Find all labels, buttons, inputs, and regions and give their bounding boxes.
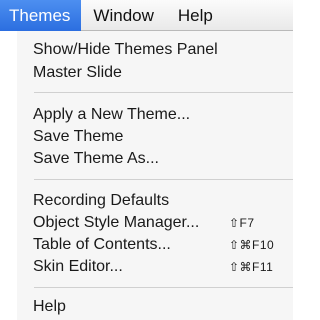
menu-item-skin-editor[interactable]: Skin Editor... ⇧⌘F11 — [33, 257, 293, 277]
menu-separator — [34, 287, 293, 288]
menu-item-save-theme-as[interactable]: Save Theme As... — [33, 149, 293, 169]
menu-bar: Themes Window Help — [0, 0, 293, 31]
menu-item-label: Save Theme As... — [33, 150, 159, 167]
themes-dropdown-menu: Show/Hide Themes Panel Master Slide Appl… — [0, 31, 293, 320]
menu-item-recording-defaults[interactable]: Recording Defaults — [33, 191, 293, 211]
menu-item-shortcut: ⇧⌘F10 — [229, 238, 275, 252]
menu-help[interactable]: Help — [166, 0, 225, 31]
menu-item-label: Save Theme — [33, 128, 124, 145]
menu-themes[interactable]: Themes — [0, 0, 82, 31]
menu-separator — [34, 92, 293, 93]
menu-item-label: Apply a New Theme... — [33, 106, 191, 123]
app-screen: Themes Window Help Show/Hide Themes Pane… — [0, 0, 293, 320]
menu-item-table-of-contents[interactable]: Table of Contents... ⇧⌘F10 — [33, 235, 293, 255]
menu-item-label: Help — [33, 298, 66, 315]
menu-separator — [34, 179, 293, 180]
menu-item-object-style-manager[interactable]: Object Style Manager... ⇧F7 — [33, 213, 293, 233]
menu-item-save-theme[interactable]: Save Theme — [33, 127, 293, 147]
menu-item-label: Show/Hide Themes Panel — [33, 41, 218, 58]
menu-item-show-hide-themes-panel[interactable]: Show/Hide Themes Panel — [33, 40, 293, 60]
menu-window[interactable]: Window — [81, 0, 165, 31]
menu-item-shortcut: ⇧⌘F11 — [229, 260, 274, 274]
menu-item-shortcut: ⇧F7 — [229, 216, 255, 230]
menu-item-apply-new-theme[interactable]: Apply a New Theme... — [33, 105, 293, 125]
menu-item-master-slide[interactable]: Master Slide — [33, 63, 293, 83]
menu-item-label: Recording Defaults — [33, 192, 170, 209]
menu-item-label: Master Slide — [33, 64, 122, 81]
menu-item-help[interactable]: Help — [33, 297, 293, 317]
